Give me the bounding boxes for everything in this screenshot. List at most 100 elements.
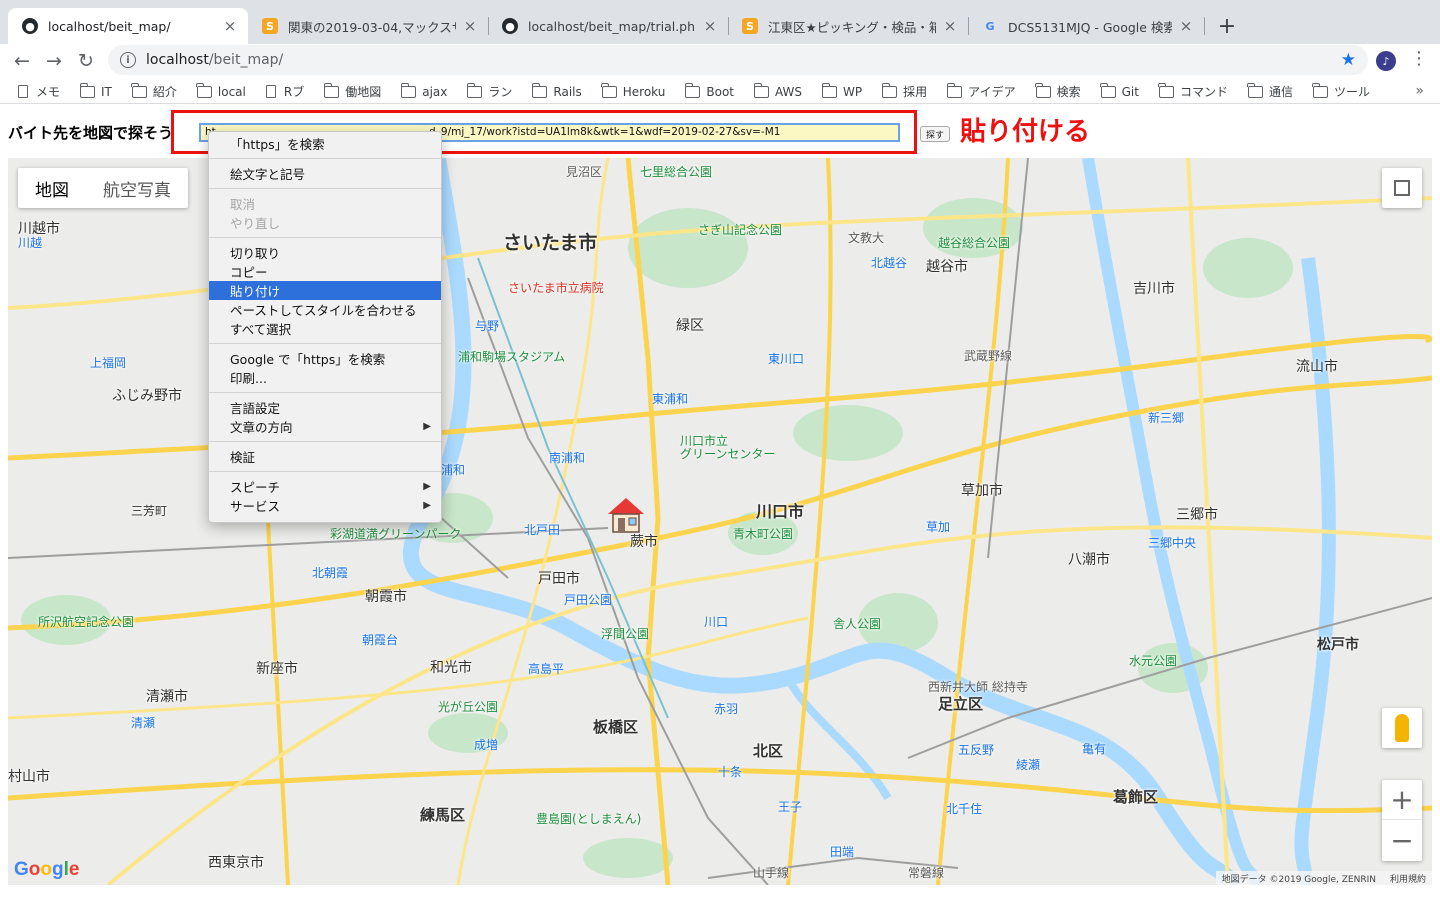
map-label: 赤羽 xyxy=(714,702,739,716)
reload-button[interactable]: ↻ xyxy=(72,47,100,75)
fullscreen-button[interactable] xyxy=(1382,168,1422,208)
bookmark-star-icon[interactable]: ★ xyxy=(1341,50,1356,70)
folder-icon xyxy=(946,82,963,98)
map-type-satellite-button[interactable]: 航空写真 xyxy=(86,168,188,208)
github-icon: ● xyxy=(502,18,518,34)
close-icon[interactable]: × xyxy=(1178,17,1194,35)
map-label: さいたま市 xyxy=(503,232,598,254)
bookmark-item[interactable]: Heroku xyxy=(601,82,665,99)
zoom-out-button[interactable]: − xyxy=(1382,820,1422,860)
submenu-arrow-icon: ▶ xyxy=(423,421,431,432)
bookmark-item[interactable]: 検索 xyxy=(1035,82,1081,100)
bookmark-item[interactable]: local xyxy=(196,82,246,99)
info-icon[interactable]: i xyxy=(120,52,136,68)
map-label: 戸田公園 xyxy=(564,593,613,607)
bookmark-item[interactable]: 通信 xyxy=(1247,82,1293,100)
map-label: 上福岡 xyxy=(90,356,127,370)
folder-icon xyxy=(400,82,417,98)
folder-icon xyxy=(531,82,548,98)
bookmark-item[interactable]: WP xyxy=(821,82,862,99)
menu-separator xyxy=(209,343,441,344)
bookmark-item[interactable]: コマンド xyxy=(1158,82,1228,100)
bookmark-item[interactable]: Boot xyxy=(684,82,734,99)
map-label: 舎人公園 xyxy=(833,617,882,631)
menu-item-label: Google で「https」を検索 xyxy=(230,352,386,367)
profile-avatar[interactable]: ♪ xyxy=(1376,51,1396,71)
zoom-in-button[interactable]: + xyxy=(1382,780,1422,820)
map-label: 板橋区 xyxy=(593,718,639,736)
bookmark-label: 働地図 xyxy=(345,85,382,99)
map-label: 足立区 xyxy=(938,695,984,713)
map-label: 新三郷 xyxy=(1148,411,1185,425)
bookmark-item[interactable]: アイデア xyxy=(946,82,1016,100)
tab-trial[interactable]: ● localhost/beit_map/trial.php × xyxy=(488,8,728,44)
bookmark-item[interactable]: Rails xyxy=(531,82,582,99)
bookmark-label: Git xyxy=(1121,84,1139,99)
menu-item-label: サービス xyxy=(230,499,281,514)
context-menu-item[interactable]: コピー xyxy=(209,262,441,281)
close-icon[interactable]: × xyxy=(462,17,478,35)
bookmark-item[interactable]: ツール xyxy=(1312,82,1370,100)
map-label: 川越 xyxy=(18,236,43,250)
bookmark-item[interactable]: ajax xyxy=(400,82,447,99)
new-tab-button[interactable]: + xyxy=(1213,12,1241,40)
map-label: 西新井大師 総持寺 xyxy=(928,680,1028,694)
map-label: 成増 xyxy=(474,738,499,752)
tab-google-search[interactable]: G DCS5131MJQ - Google 検索 × xyxy=(968,8,1204,44)
bookmark-item[interactable]: Rブ xyxy=(265,83,304,100)
back-button[interactable]: ← xyxy=(8,47,36,75)
tab-koto[interactable]: S 江東区★ピッキング・検品・箱詰め × xyxy=(728,8,968,44)
bookmark-item[interactable]: 働地図 xyxy=(323,82,382,100)
page-icon xyxy=(18,85,28,98)
context-menu-item[interactable]: 貼り付け xyxy=(209,281,441,300)
context-menu-item[interactable]: 検証 xyxy=(209,447,441,466)
terms-link[interactable]: 利用規約 xyxy=(1390,872,1426,885)
context-menu-item[interactable]: 絵文字と記号 xyxy=(209,164,441,183)
github-icon: ● xyxy=(22,18,38,34)
bookmark-item[interactable]: 採用 xyxy=(881,82,927,100)
tab-kanto[interactable]: S 関東の2019-03-04,マックスサポ × xyxy=(248,8,488,44)
folder-icon xyxy=(1247,82,1263,98)
street-view-pegman[interactable] xyxy=(1382,708,1422,748)
map-label: 朝霞台 xyxy=(362,633,399,647)
context-menu-item[interactable]: スピーチ ▶ xyxy=(209,477,441,496)
folder-icon xyxy=(323,82,340,98)
bookmark-item[interactable]: Git xyxy=(1100,82,1139,99)
context-menu-item[interactable]: 印刷... xyxy=(209,368,441,387)
context-menu-item[interactable]: 文章の方向 ▶ xyxy=(209,417,441,436)
bookmark-item[interactable]: IT xyxy=(79,82,112,99)
folder-icon xyxy=(753,82,769,98)
close-icon[interactable]: × xyxy=(702,17,718,35)
address-bar[interactable]: i localhost/beit_map/ ★ xyxy=(108,45,1368,75)
context-menu-item[interactable]: サービス ▶ xyxy=(209,496,441,515)
context-menu-item[interactable]: 切り取り xyxy=(209,243,441,262)
context-menu-item[interactable]: すべて選択 xyxy=(209,319,441,338)
map-label: 八潮市 xyxy=(1068,552,1110,568)
tab-beit-map[interactable]: ● localhost/beit_map/ × xyxy=(8,8,248,44)
close-icon[interactable]: × xyxy=(222,17,238,35)
house-marker-icon[interactable] xyxy=(606,496,646,536)
map-label: 越谷総合公園 xyxy=(938,236,1011,250)
bookmark-label: local xyxy=(217,84,246,99)
context-menu-item[interactable]: 言語設定 xyxy=(209,398,441,417)
tab-title: localhost/beit_map/trial.php xyxy=(528,18,696,34)
map-label: 東浦和 xyxy=(652,392,689,406)
search-button[interactable]: 探す xyxy=(920,126,950,142)
bookmark-item[interactable]: ラン xyxy=(466,82,512,100)
chrome-menu-icon[interactable]: ⋮ xyxy=(1410,48,1428,69)
context-menu-item[interactable]: Google で「https」を検索 xyxy=(209,349,441,368)
bookmark-item[interactable]: メモ xyxy=(18,83,60,100)
bookmarks-overflow-button[interactable]: » xyxy=(1415,83,1424,99)
forward-button[interactable]: → xyxy=(40,47,68,75)
folder-icon xyxy=(196,82,212,98)
menu-item-label: 取消 xyxy=(230,197,256,212)
close-icon[interactable]: × xyxy=(942,17,958,35)
bookmark-item[interactable]: 紹介 xyxy=(131,82,177,100)
map-label: 川口市立 グリーンセンター xyxy=(680,434,776,461)
map-label: 田端 xyxy=(830,845,855,859)
map-type-map-button[interactable]: 地図 xyxy=(18,168,86,208)
context-menu-item[interactable]: 「https」を検索 xyxy=(209,134,441,153)
bookmark-item[interactable]: AWS xyxy=(753,82,802,99)
google-logo[interactable]: Google xyxy=(14,859,79,881)
context-menu-item[interactable]: ペーストしてスタイルを合わせる xyxy=(209,300,441,319)
